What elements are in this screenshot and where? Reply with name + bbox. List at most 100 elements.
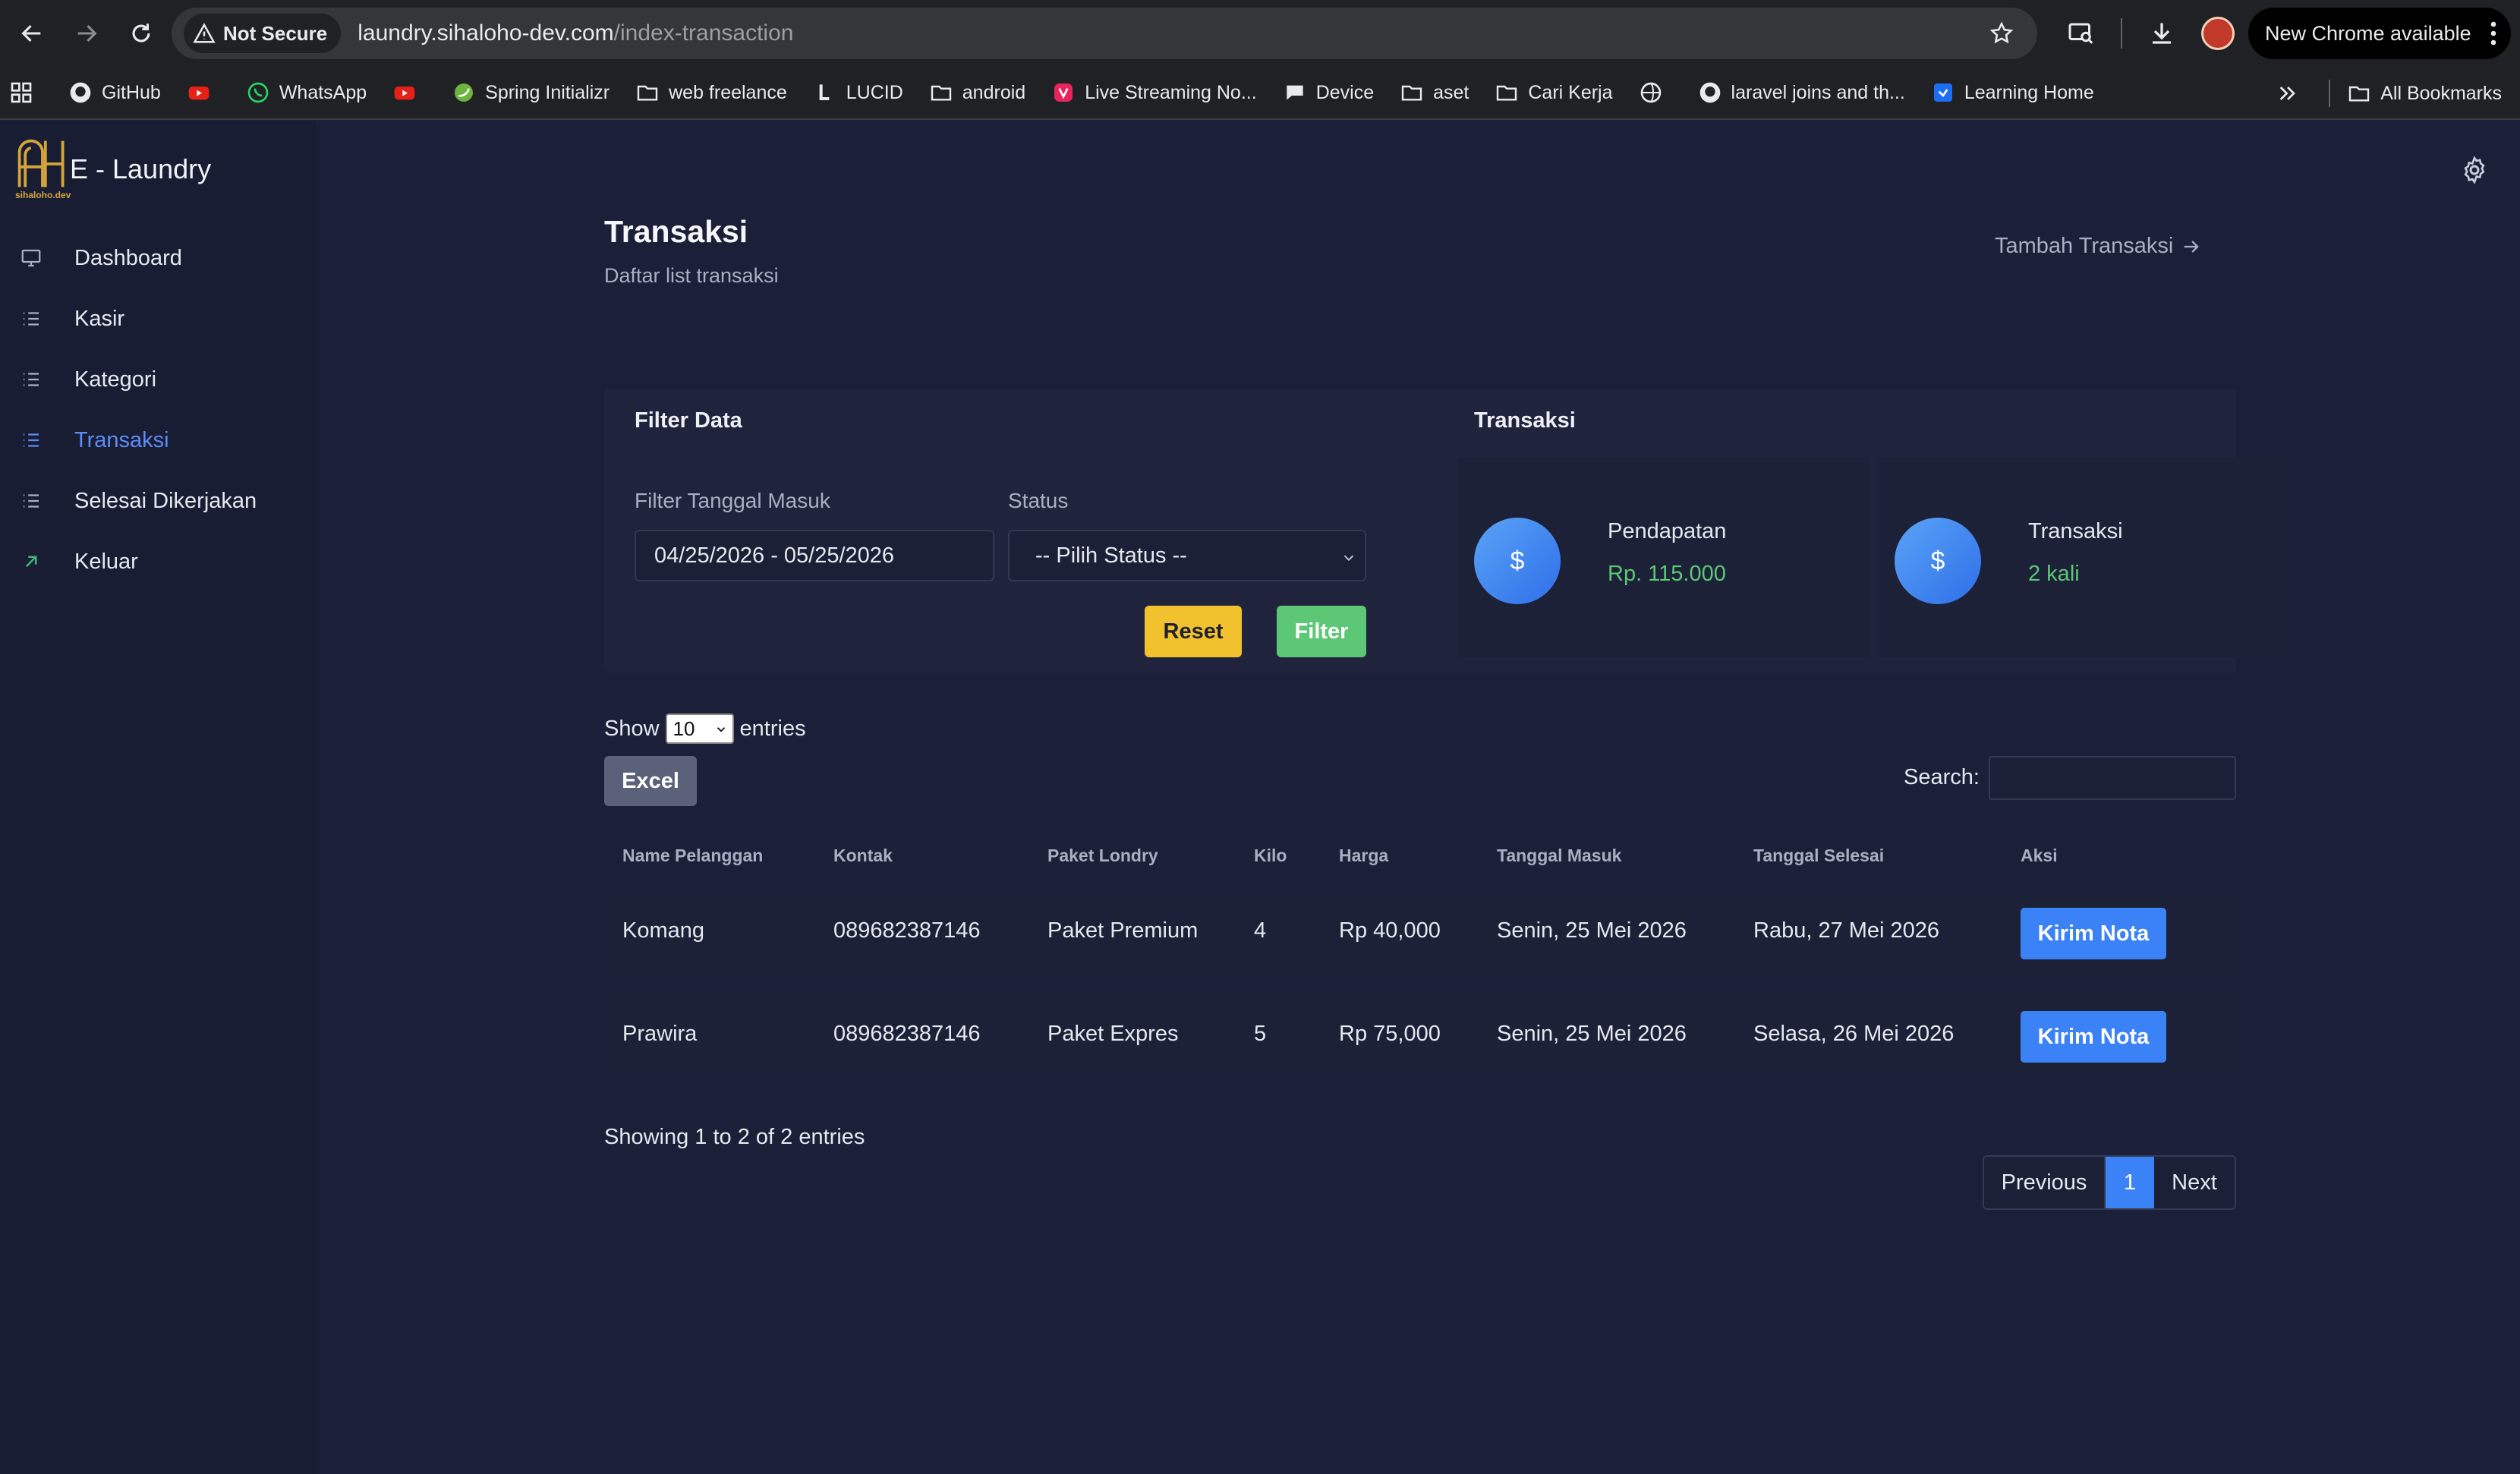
bookmark-item[interactable]: Learning Home	[1931, 74, 2094, 112]
column-header[interactable]: Kontak	[833, 846, 893, 866]
profile-avatar[interactable]	[2201, 17, 2235, 50]
sidebar-item-transaksi[interactable]: Transaksi	[0, 410, 316, 471]
youtube-icon	[187, 80, 211, 105]
chevron-down-icon	[717, 727, 725, 732]
cell-harga: Rp 40,000	[1339, 918, 1441, 943]
bookmark-label: Live Streaming No...	[1085, 81, 1257, 103]
dollar-icon: $	[1474, 518, 1561, 604]
url-host: laundry.sihaloho-dev.com	[358, 20, 614, 46]
chevron-down-icon	[1343, 555, 1354, 562]
vivo-icon	[1051, 80, 1076, 105]
bookmark-item[interactable]: laravel joins and th...	[1698, 74, 1905, 112]
bookmark-item[interactable]: LUCID	[813, 74, 903, 112]
bookmark-folder[interactable]: aset	[1400, 74, 1469, 112]
reset-button[interactable]: Reset	[1145, 606, 1242, 657]
chrome-update-button[interactable]: New Chrome available	[2248, 8, 2511, 59]
send-receipt-button[interactable]: Kirim Nota	[2021, 1011, 2166, 1063]
column-header[interactable]: Kilo	[1254, 846, 1287, 866]
bookmark-folder[interactable]: web freelance	[635, 74, 787, 112]
folder-icon	[1495, 80, 1519, 105]
logo-icon	[17, 139, 65, 187]
status-filter-label: Status	[1008, 489, 1069, 512]
bookmark-item[interactable]	[187, 74, 220, 112]
sidebar-item-keluar[interactable]: Keluar	[0, 531, 316, 592]
entries-select[interactable]: 10	[665, 713, 734, 744]
sidebar-item-label: Kategori	[74, 367, 157, 392]
bookmark-item[interactable]	[392, 74, 426, 112]
column-header[interactable]: Name Pelanggan	[622, 846, 763, 866]
bookmark-item[interactable]: Device	[1283, 74, 1374, 112]
star-icon[interactable]	[1989, 20, 2014, 46]
bookmark-label: web freelance	[669, 81, 787, 103]
bookmark-item[interactable]: Live Streaming No...	[1051, 74, 1257, 112]
address-bar[interactable]: Not Secure laundry.sihaloho-dev.com/inde…	[172, 8, 2037, 59]
list-icon	[18, 367, 44, 392]
bookmark-folder[interactable]: Cari Kerja	[1495, 74, 1613, 112]
filter-stats-panel: Filter Data Transaksi Filter Tanggal Mas…	[604, 389, 2289, 672]
downloads-button[interactable]	[2139, 11, 2185, 56]
forward-button[interactable]	[64, 11, 109, 56]
cell-tanggal-masuk: Senin, 25 Mei 2026	[1497, 918, 1687, 943]
bookmark-item[interactable]: Spring Initializr	[452, 74, 610, 112]
bookmark-label: android	[962, 81, 1026, 103]
globe-icon	[1639, 80, 1663, 105]
sidebar-item-label: Keluar	[74, 549, 138, 574]
bookmark-folder[interactable]: android	[929, 74, 1025, 112]
bookmarks-divider	[2329, 80, 2331, 107]
sidebar-item-label: Kasir	[74, 306, 125, 331]
column-header[interactable]: Paket Londry	[1047, 846, 1158, 866]
status-select[interactable]: -- Pilih Status --	[1008, 530, 1366, 581]
download-icon	[2153, 23, 2171, 44]
sidebar-item-dashboard[interactable]: Dashboard	[0, 228, 316, 288]
bookmarks-bar: GitHub WhatsApp Spring Initializr web fr…	[0, 67, 2520, 120]
search-input[interactable]	[1989, 756, 2236, 800]
income-value: Rp. 115.000	[1608, 562, 1726, 586]
column-header[interactable]: Harga	[1339, 846, 1388, 866]
apps-button[interactable]	[9, 74, 43, 112]
column-header[interactable]: Tanggal Selesai	[1753, 846, 1884, 866]
entries-label: entries	[739, 716, 806, 741]
monitor-icon	[18, 245, 44, 271]
filter-button[interactable]: Filter	[1277, 606, 1366, 657]
sidebar-item-kasir[interactable]: Kasir	[0, 288, 316, 349]
bookmark-item[interactable]	[1639, 74, 1672, 112]
next-page-button[interactable]: Next	[2154, 1157, 2235, 1208]
transaction-count-value: 2 kali	[2028, 562, 2080, 586]
tab-search-button[interactable]	[2059, 11, 2104, 56]
list-icon	[18, 306, 44, 332]
bookmark-item[interactable]: WhatsApp	[246, 74, 367, 112]
sidebar-item-label: Dashboard	[74, 245, 182, 270]
column-header[interactable]: Tanggal Masuk	[1497, 846, 1621, 866]
bookmark-label: Device	[1315, 81, 1375, 103]
sidebar-item-kategori[interactable]: Kategori	[0, 349, 316, 410]
more-vert-icon	[2490, 21, 2496, 46]
income-label: Pendapatan	[1608, 519, 1727, 543]
security-chip[interactable]: Not Secure	[184, 14, 342, 53]
all-bookmarks-button[interactable]: All Bookmarks	[2347, 74, 2502, 112]
column-header[interactable]: Aksi	[2021, 846, 2058, 866]
excel-export-button[interactable]: Excel	[604, 756, 697, 806]
page-button-current[interactable]: 1	[2106, 1157, 2154, 1208]
sidebar-item-selesai-dikerjakan[interactable]: Selesai Dikerjakan	[0, 471, 316, 531]
back-button[interactable]	[9, 11, 55, 56]
add-transaction-link[interactable]: Tambah Transaksi	[1995, 234, 2202, 259]
transaction-count-label: Transaksi	[2028, 519, 2123, 543]
cell-tanggal-masuk: Senin, 25 Mei 2026	[1497, 1022, 1687, 1046]
send-receipt-button[interactable]: Kirim Nota	[2021, 908, 2166, 959]
date-range-input[interactable]: 04/25/2026 - 05/25/2026	[635, 530, 994, 581]
bookmarks-overflow-button[interactable]	[2276, 74, 2309, 112]
gear-icon[interactable]	[2459, 155, 2490, 185]
previous-page-button[interactable]: Previous	[1984, 1157, 2106, 1208]
arrow-up-right-icon	[18, 549, 44, 575]
show-entries: Show 10 entries	[604, 713, 806, 744]
table-row: Prawira 089682387146 Paket Expres 5 Rp 7…	[604, 993, 2236, 1078]
cell-kilo: 4	[1254, 918, 1267, 943]
reload-button[interactable]	[118, 11, 164, 56]
bookmark-item[interactable]: GitHub	[68, 74, 161, 112]
cell-paket: Paket Premium	[1047, 918, 1199, 943]
brand[interactable]: sihaloho.dev E - Laundry	[14, 135, 211, 200]
transaction-count-card: $ Transaksi 2 kali	[1879, 457, 2289, 657]
update-label: New Chrome available	[2265, 21, 2471, 45]
cell-kilo: 5	[1254, 1022, 1267, 1046]
lucid-icon	[813, 80, 837, 105]
